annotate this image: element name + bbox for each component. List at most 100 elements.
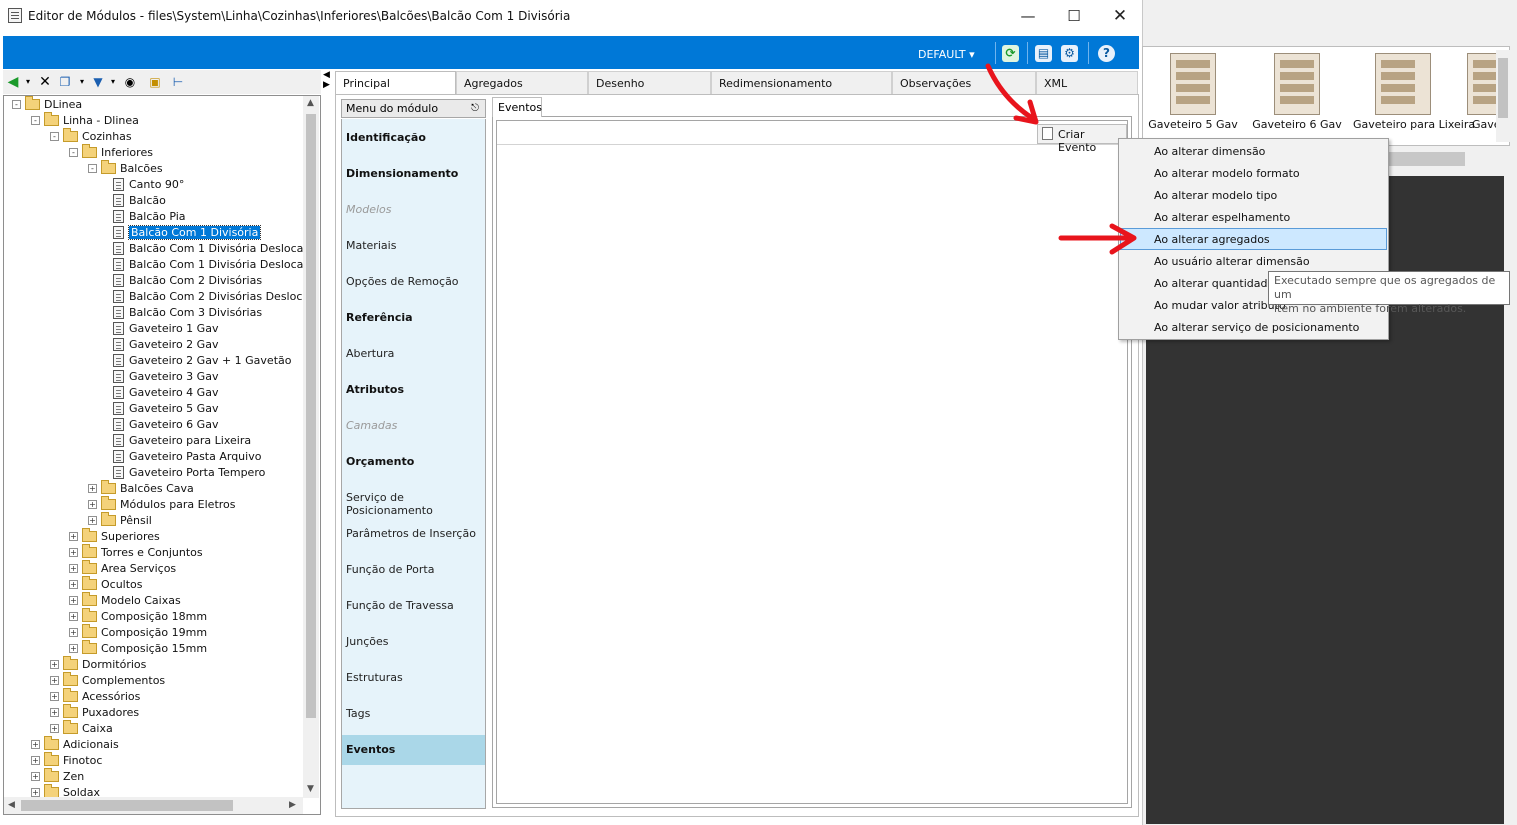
chevron-down-icon[interactable]: ▾ — [75, 75, 89, 89]
tab-desenho[interactable]: Desenho — [588, 71, 711, 94]
tree-item[interactable]: + Zen — [31, 767, 84, 784]
create-event-button[interactable]: Criar Evento — [1037, 124, 1127, 154]
layout-icon[interactable]: ▤ — [1035, 45, 1052, 62]
expand-icon[interactable]: + — [69, 579, 78, 589]
expand-icon[interactable]: + — [69, 611, 78, 621]
tree-item[interactable]: Gaveteiro Pasta Arquivo — [107, 448, 261, 464]
tree-item[interactable]: Balcão Com 1 Divisória — [107, 224, 262, 240]
collapse-icon[interactable]: - — [69, 147, 78, 157]
gallery-item[interactable]: Gave — [1461, 53, 1497, 131]
chevron-down-icon[interactable]: ▾ — [21, 75, 35, 89]
menu-item[interactable]: Orçamento — [346, 455, 484, 473]
event-type-item[interactable]: Ao alterar serviço de posicionamento — [1120, 316, 1387, 338]
scroll-thumb[interactable] — [21, 800, 233, 811]
tree-item[interactable]: Balcão Com 2 Divisórias Desloc — [107, 288, 302, 304]
chevron-down-icon[interactable]: ▾ — [106, 75, 120, 89]
expand-icon[interactable]: + — [69, 547, 78, 557]
tree-structure-icon[interactable]: ⊢ — [171, 75, 185, 89]
panel-splitter[interactable]: ◀ ▶ — [323, 70, 335, 94]
tab-redimensionamento[interactable]: Redimensionamento — [711, 71, 892, 94]
menu-item[interactable]: Serviço de Posicionamento — [346, 491, 484, 517]
expand-icon[interactable]: + — [50, 659, 59, 669]
menu-item[interactable]: Dimensionamento — [346, 167, 484, 185]
menu-item[interactable]: Atributos — [346, 383, 484, 401]
pin-icon[interactable]: ⎋ — [471, 103, 479, 114]
back-icon[interactable]: ◀ — [6, 75, 20, 89]
tab-eventos[interactable]: Eventos — [492, 97, 542, 117]
gallery-item[interactable]: Gaveteiro 6 Gav — [1247, 53, 1347, 131]
expand-icon[interactable]: + — [50, 723, 59, 733]
expand-icon[interactable]: + — [88, 499, 97, 509]
tree-item[interactable]: Gaveteiro para Lixeira — [107, 432, 251, 448]
expand-icon[interactable]: + — [88, 483, 97, 493]
minimize-button[interactable]: — — [1005, 0, 1051, 32]
tree-item[interactable]: + Ocultos — [69, 575, 143, 592]
tree-item[interactable]: Gaveteiro 4 Gav — [107, 384, 218, 400]
tree-item[interactable]: - Inferiores — [69, 143, 153, 160]
expand-icon[interactable]: + — [69, 643, 78, 653]
scroll-thumb[interactable] — [306, 114, 316, 718]
event-type-item[interactable]: Ao alterar modelo tipo — [1120, 184, 1387, 206]
tree-item[interactable]: Balcão Com 3 Divisórias — [107, 304, 262, 320]
event-type-item[interactable]: Ao alterar agregados — [1120, 228, 1387, 250]
tree-item[interactable]: Balcão Com 1 Divisória Desloca — [107, 240, 303, 256]
gallery-scrollbar[interactable] — [1496, 50, 1510, 142]
tree-item[interactable]: + Caixa — [50, 719, 113, 736]
tab-agregados[interactable]: Agregados — [456, 71, 588, 94]
expand-icon[interactable]: + — [50, 707, 59, 717]
scroll-left-icon[interactable]: ◀ — [8, 800, 15, 810]
tree-item[interactable]: + Dormitórios — [50, 655, 146, 672]
gallery-item[interactable]: Gaveteiro para Lixeira — [1353, 53, 1475, 131]
expand-icon[interactable]: + — [50, 675, 59, 685]
tree-item[interactable]: Gaveteiro 5 Gav — [107, 400, 218, 416]
expand-icon[interactable]: + — [31, 787, 40, 797]
refresh-icon[interactable]: ⟳ — [1002, 45, 1019, 62]
menu-item[interactable]: Materiais — [346, 239, 484, 257]
expand-icon[interactable]: + — [69, 595, 78, 605]
tree-item[interactable]: + Balcões Cava — [88, 479, 194, 496]
tree-item[interactable]: + Torres e Conjuntos — [69, 543, 203, 560]
tab-observa-es[interactable]: Observações — [892, 71, 1036, 94]
tree-horizontal-scrollbar[interactable]: ◀ ▶ — [4, 797, 303, 814]
tree-item[interactable]: Gaveteiro 2 Gav + 1 Gavetão — [107, 352, 292, 368]
event-type-item[interactable]: Ao usuário alterar dimensão — [1120, 250, 1387, 272]
collapse-icon[interactable]: - — [31, 115, 40, 125]
tree-item[interactable]: + Modelo Caixas — [69, 591, 181, 608]
tree-vertical-scrollbar[interactable]: ▲ ▼ — [303, 96, 319, 798]
tree-item[interactable]: Balcão — [107, 192, 166, 208]
tree-item[interactable]: Gaveteiro 2 Gav — [107, 336, 218, 352]
menu-item[interactable]: Abertura — [346, 347, 484, 365]
gallery-hscroll-thumb[interactable] — [1385, 152, 1465, 166]
delete-icon[interactable]: ✕ — [38, 75, 52, 89]
tree-item[interactable]: + Superiores — [69, 527, 160, 544]
expand-right-icon[interactable]: ▶ — [323, 80, 335, 90]
event-type-item[interactable]: Ao alterar modelo formato — [1120, 162, 1387, 184]
tree-item[interactable]: Balcão Pia — [107, 208, 186, 224]
collapse-icon[interactable]: - — [50, 131, 59, 141]
tree-item[interactable]: + Acessórios — [50, 687, 140, 704]
collapse-icon[interactable]: - — [12, 99, 21, 109]
menu-item[interactable]: Eventos — [346, 743, 484, 761]
collapse-left-icon[interactable]: ◀ — [323, 70, 335, 80]
tree-item[interactable]: + Composição 19mm — [69, 623, 207, 640]
expand-icon[interactable]: + — [31, 739, 40, 749]
tree-item[interactable]: + Area Serviços — [69, 559, 176, 576]
tree-item[interactable]: Gaveteiro 6 Gav — [107, 416, 218, 432]
menu-item[interactable]: Tags — [346, 707, 484, 725]
tree-item[interactable]: + Adicionais — [31, 735, 119, 752]
menu-item[interactable]: Junções — [346, 635, 484, 653]
help-icon[interactable]: ? — [1098, 45, 1115, 62]
move-icon[interactable]: ▼ — [91, 75, 105, 89]
tree-item[interactable]: - Linha - Dlinea — [31, 111, 139, 128]
scroll-up-icon[interactable]: ▲ — [307, 98, 314, 108]
event-type-item[interactable]: Ao alterar espelhamento — [1120, 206, 1387, 228]
copy-icon[interactable]: ❐ — [58, 75, 72, 89]
expand-icon[interactable]: + — [69, 627, 78, 637]
scroll-right-icon[interactable]: ▶ — [289, 800, 296, 810]
tree-item[interactable]: + Pênsil — [88, 511, 152, 528]
tree-item[interactable]: + Puxadores — [50, 703, 139, 720]
tree-item[interactable]: Canto 90° — [107, 176, 184, 192]
maximize-button[interactable]: ☐ — [1051, 0, 1097, 32]
tree-item[interactable]: + Composição 18mm — [69, 607, 207, 624]
gear-icon[interactable]: ⚙ — [1061, 45, 1078, 62]
